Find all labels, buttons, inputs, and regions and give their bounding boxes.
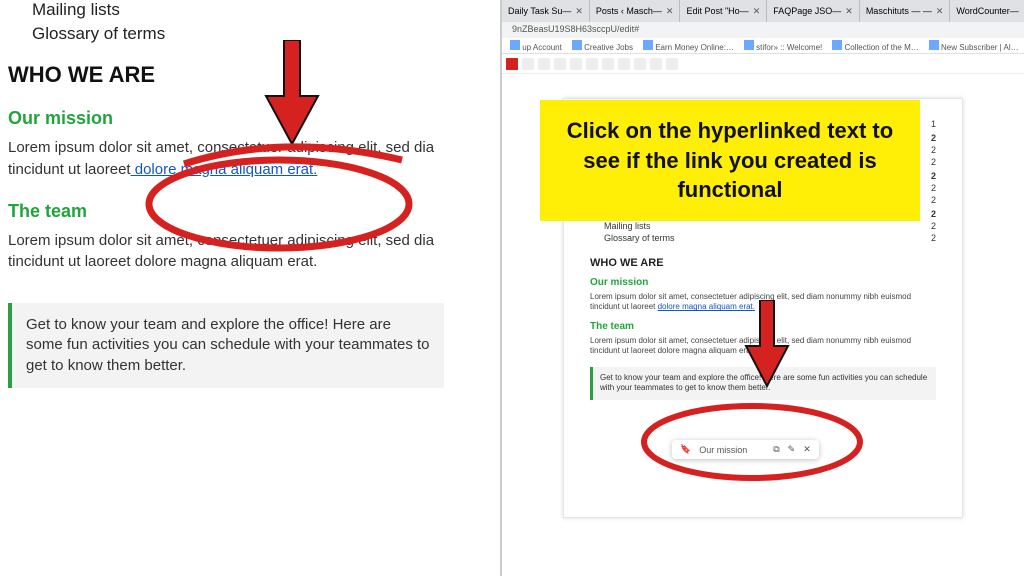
instruction-banner: Click on the hyperlinked text to see if … <box>540 100 920 221</box>
bookmark[interactable]: New Subscriber | Al… <box>929 40 1019 52</box>
bookmark[interactable]: up Account <box>510 40 562 52</box>
tab[interactable]: Maschituts — —✕ <box>860 0 951 22</box>
docs-toolbar <box>502 54 1024 74</box>
bookmark[interactable]: Collection of the M… <box>832 40 919 52</box>
toolbar-button[interactable] <box>538 58 550 70</box>
annotation-arrow-left <box>262 40 322 150</box>
annotation-circle-left <box>134 138 424 258</box>
mission-heading: Our mission <box>8 108 492 129</box>
toc-item: Glossary of terms <box>8 24 492 44</box>
page-title: WHO WE ARE <box>8 62 492 88</box>
right-panel: Daily Task Su—✕ Posts ‹ Masch—✕ Edit Pos… <box>500 0 1024 576</box>
annotation-arrow-right <box>742 300 792 390</box>
tab[interactable]: WordCounter—✕ <box>950 0 1024 22</box>
hyperlink-text[interactable]: dolore magna aliquam erat. <box>658 302 755 311</box>
body-text: tincidunt ut laoreet <box>8 161 131 178</box>
page-title: WHO WE ARE <box>590 257 936 269</box>
tab[interactable]: Edit Post "Ho—✕ <box>680 0 767 22</box>
toc-item: Mailing lists <box>8 0 492 20</box>
bookmark[interactable]: stifor» :: Welcome! <box>744 40 822 52</box>
toolbar-button[interactable] <box>650 58 662 70</box>
tab[interactable]: Posts ‹ Masch—✕ <box>590 0 681 22</box>
close-icon[interactable]: ✕ <box>845 6 853 17</box>
tab[interactable]: FAQPage JSO—✕ <box>767 0 860 22</box>
toolbar-button[interactable] <box>586 58 598 70</box>
toolbar-button[interactable] <box>634 58 646 70</box>
toolbar-button[interactable] <box>570 58 582 70</box>
browser-tabs: Daily Task Su—✕ Posts ‹ Masch—✕ Edit Pos… <box>502 0 1024 22</box>
bookmark[interactable]: Earn Money Online:… <box>643 40 734 52</box>
text-color-button[interactable] <box>506 58 518 70</box>
annotation-circle-right <box>632 396 872 488</box>
callout-box: Get to know your team and explore the of… <box>8 303 444 388</box>
toolbar-button[interactable] <box>522 58 534 70</box>
toolbar-button[interactable] <box>666 58 678 70</box>
address-bar[interactable]: 9nZBeasU19S8H63sccpU/edit# <box>502 22 1024 38</box>
toc-item[interactable]: Mailing lists <box>604 221 651 231</box>
tab[interactable]: Daily Task Su—✕ <box>502 0 590 22</box>
bookmarks-bar: up Account Creative Jobs Earn Money Onli… <box>502 38 1024 54</box>
bookmark[interactable]: Creative Jobs <box>572 40 633 52</box>
mission-heading: Our mission <box>590 277 936 288</box>
left-panel: Mailing lists Glossary of terms WHO WE A… <box>0 0 500 576</box>
toc-item[interactable]: Glossary of terms <box>604 233 675 243</box>
close-icon[interactable]: ✕ <box>753 6 761 17</box>
toolbar-button[interactable] <box>602 58 614 70</box>
close-icon[interactable]: ✕ <box>575 6 583 17</box>
toolbar-button[interactable] <box>618 58 630 70</box>
close-icon[interactable]: ✕ <box>936 6 944 17</box>
close-icon[interactable]: ✕ <box>666 6 674 17</box>
toolbar-button[interactable] <box>554 58 566 70</box>
